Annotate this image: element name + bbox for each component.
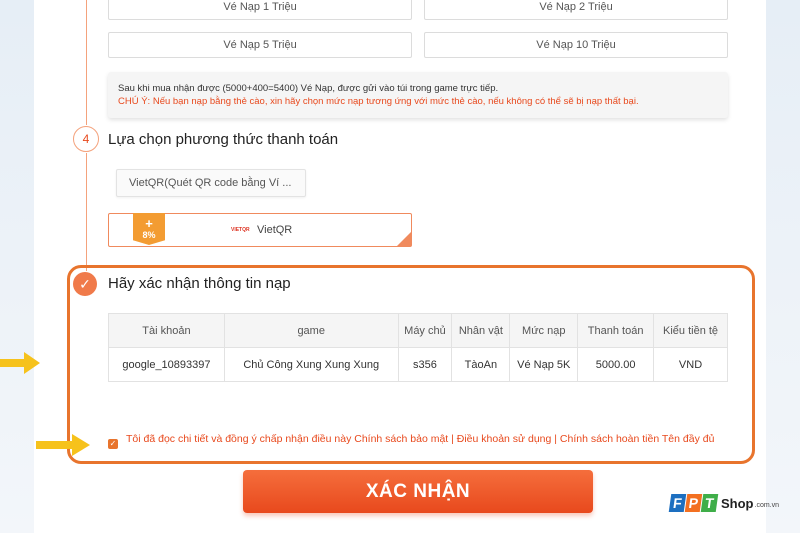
amount-option-5m[interactable]: Vé Nạp 5 Triệu	[108, 32, 412, 58]
step-number: 4	[73, 126, 99, 152]
confirm-step-title: Hãy xác nhận thông tin nạp	[108, 275, 291, 292]
step-connector-line	[86, 0, 87, 125]
terms-text[interactable]: Tôi đã đọc chi tiết và đồng ý chấp nhận …	[126, 434, 728, 445]
cell-server: s356	[397, 347, 453, 382]
cell-payment: 5000.00	[577, 347, 655, 382]
header-server: Máy chủ	[397, 313, 453, 348]
cell-game: Chủ Công Xung Xung Xung	[223, 347, 399, 382]
shop-text: Shop	[721, 495, 754, 511]
fpt-letter-p: P	[684, 494, 703, 512]
step-connector-line	[86, 153, 87, 271]
amount-option-2m[interactable]: Vé Nạp 2 Triệu	[424, 0, 728, 20]
bonus-percent: 8%	[142, 230, 156, 240]
vietqr-logo-icon: VIETQR	[231, 227, 250, 233]
payment-method-value: VietQR(Quét QR code bằng Ví ...	[129, 177, 292, 189]
confirm-button[interactable]: XÁC NHẬN	[243, 470, 593, 513]
cell-currency: VND	[653, 347, 728, 382]
arrow-right-icon	[36, 434, 90, 456]
selected-corner-icon	[397, 232, 411, 246]
vietqr-payment-card[interactable]: + 8% VIETQR VietQR	[108, 213, 412, 247]
cell-amount: Vé Nạp 5K	[509, 347, 579, 382]
vietqr-label: VietQR	[257, 224, 293, 236]
amount-option-10m[interactable]: Vé Nạp 10 Triệu	[424, 32, 728, 58]
header-game: game	[223, 313, 399, 348]
payment-step-title: Lựa chọn phương thức thanh toán	[108, 131, 339, 148]
header-amount: Mức nạp	[509, 313, 579, 348]
header-currency: Kiểu tiền tệ	[653, 313, 728, 348]
terms-agreement: ✓ Tôi đã đọc chi tiết và đồng ý chấp nhậ…	[108, 434, 728, 449]
table-row: google_10893397 Chủ Công Xung Xung Xung …	[108, 347, 728, 382]
bonus-plus: +	[145, 216, 153, 231]
shop-domain: .com.vn	[754, 501, 780, 509]
header-payment: Thanh toán	[577, 313, 655, 348]
note-warning: CHÚ Ý: Nếu bạn nạp bằng thẻ cào, xin hãy…	[118, 96, 639, 107]
page-background-right	[760, 0, 800, 533]
header-character: Nhân vật	[451, 313, 511, 348]
arrow-right-icon	[0, 352, 40, 374]
terms-checkbox[interactable]: ✓	[108, 439, 118, 449]
fpt-letter-t: T	[700, 494, 719, 512]
fpt-letter-f: F	[668, 494, 687, 512]
cell-account: google_10893397	[108, 347, 225, 382]
bonus-badge: + 8%	[133, 213, 165, 245]
purchase-note: Sau khi mua nhận được (5000+400=5400) Vé…	[108, 72, 728, 118]
check-icon: ✓	[73, 272, 97, 296]
recharge-info-table: Tài khoản game Máy chủ Nhân vật Mức nạp …	[108, 313, 728, 382]
amount-option-1m[interactable]: Vé Nạp 1 Triệu	[108, 0, 412, 20]
fptshop-watermark: F P T Shop .com.vn	[668, 490, 780, 516]
header-account: Tài khoản	[108, 313, 225, 348]
payment-method-select[interactable]: VietQR(Quét QR code bằng Ví ...	[116, 169, 306, 197]
table-header-row: Tài khoản game Máy chủ Nhân vật Mức nạp …	[108, 313, 728, 348]
cell-character: TàoAn	[451, 347, 511, 382]
note-info: Sau khi mua nhận được (5000+400=5400) Vé…	[118, 83, 499, 94]
